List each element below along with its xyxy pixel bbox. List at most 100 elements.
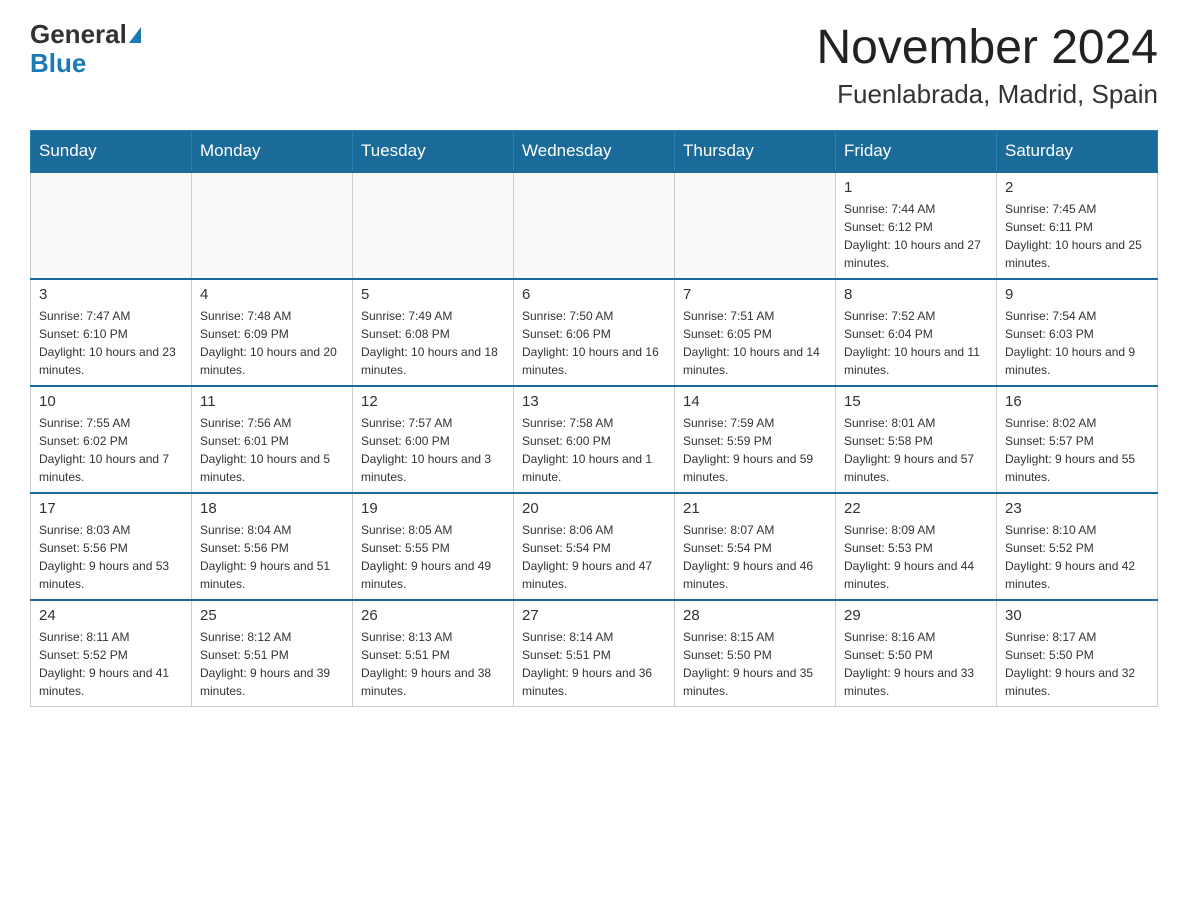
calendar-week-row: 24 Sunrise: 8:11 AMSunset: 5:52 PMDayligh… [31,600,1158,707]
day-of-week-header: Sunday [31,131,192,173]
calendar-day-cell: 15 Sunrise: 8:01 AMSunset: 5:58 PMDayligh… [836,386,997,493]
day-number: 12 [361,393,505,410]
day-of-week-header: Friday [836,131,997,173]
calendar-day-cell: 14 Sunrise: 7:59 AMSunset: 5:59 PMDayligh… [675,386,836,493]
day-sun-info: Sunrise: 8:11 AMSunset: 5:52 PMDaylight:… [39,628,183,700]
calendar-day-cell: 21Sunrise: 8:07 AMSunset: 5:54 PMDayligh… [675,493,836,600]
day-sun-info: Sunrise: 7:57 AMSunset: 6:00 PMDaylight:… [361,414,505,486]
logo-general-text: General [30,20,127,49]
day-number: 9 [1005,286,1149,303]
calendar-day-cell [514,172,675,279]
calendar-day-cell [353,172,514,279]
calendar-title-block: November 2024 Fuenlabrada, Madrid, Spain [816,20,1158,110]
day-number: 8 [844,286,988,303]
day-of-week-header: Monday [192,131,353,173]
day-sun-info: Sunrise: 8:09 AMSunset: 5:53 PMDaylight:… [844,521,988,593]
day-number: 6 [522,286,666,303]
calendar-day-cell: 19 Sunrise: 8:05 AMSunset: 5:55 PMDayligh… [353,493,514,600]
day-sun-info: Sunrise: 7:58 AMSunset: 6:00 PMDaylight:… [522,414,666,486]
logo-triangle-icon [129,27,141,43]
day-sun-info: Sunrise: 7:59 AMSunset: 5:59 PMDaylight:… [683,414,827,486]
calendar-day-cell: 20 Sunrise: 8:06 AMSunset: 5:54 PMDayligh… [514,493,675,600]
calendar-day-cell: 13Sunrise: 7:58 AMSunset: 6:00 PMDayligh… [514,386,675,493]
calendar-day-cell: 4 Sunrise: 7:48 AMSunset: 6:09 PMDaylight… [192,279,353,386]
calendar-day-cell: 1 Sunrise: 7:44 AMSunset: 6:12 PMDaylight… [836,172,997,279]
day-of-week-header: Wednesday [514,131,675,173]
calendar-day-cell: 23Sunrise: 8:10 AMSunset: 5:52 PMDayligh… [997,493,1158,600]
day-number: 26 [361,607,505,624]
day-number: 11 [200,393,344,410]
calendar-day-cell: 18 Sunrise: 8:04 AMSunset: 5:56 PMDayligh… [192,493,353,600]
logo-blue-text: Blue [30,48,86,78]
day-of-week-header: Saturday [997,131,1158,173]
day-number: 3 [39,286,183,303]
calendar-title: November 2024 [816,20,1158,75]
day-number: 1 [844,179,988,196]
day-of-week-header: Thursday [675,131,836,173]
calendar-day-cell: 22 Sunrise: 8:09 AMSunset: 5:53 PMDayligh… [836,493,997,600]
day-number: 27 [522,607,666,624]
day-number: 28 [683,607,827,624]
calendar-subtitle: Fuenlabrada, Madrid, Spain [816,79,1158,110]
calendar-day-cell: 30 Sunrise: 8:17 AMSunset: 5:50 PMDayligh… [997,600,1158,707]
calendar-day-cell [675,172,836,279]
calendar-day-cell: 16 Sunrise: 8:02 AMSunset: 5:57 PMDayligh… [997,386,1158,493]
day-sun-info: Sunrise: 7:45 AMSunset: 6:11 PMDaylight:… [1005,200,1149,272]
calendar-day-cell: 27 Sunrise: 8:14 AMSunset: 5:51 PMDayligh… [514,600,675,707]
day-number: 15 [844,393,988,410]
day-number: 20 [522,500,666,517]
day-number: 30 [1005,607,1149,624]
day-sun-info: Sunrise: 8:16 AMSunset: 5:50 PMDaylight:… [844,628,988,700]
calendar-day-cell: 17 Sunrise: 8:03 AMSunset: 5:56 PMDayligh… [31,493,192,600]
day-sun-info: Sunrise: 8:06 AMSunset: 5:54 PMDaylight:… [522,521,666,593]
day-number: 7 [683,286,827,303]
calendar-day-cell: 25Sunrise: 8:12 AMSunset: 5:51 PMDayligh… [192,600,353,707]
day-number: 29 [844,607,988,624]
day-sun-info: Sunrise: 7:55 AMSunset: 6:02 PMDaylight:… [39,414,183,486]
logo: General Blue [30,20,141,77]
day-sun-info: Sunrise: 7:44 AMSunset: 6:12 PMDaylight:… [844,200,988,272]
day-sun-info: Sunrise: 8:05 AMSunset: 5:55 PMDaylight:… [361,521,505,593]
calendar-day-cell: 2Sunrise: 7:45 AMSunset: 6:11 PMDaylight… [997,172,1158,279]
day-sun-info: Sunrise: 7:52 AMSunset: 6:04 PMDaylight:… [844,307,988,379]
calendar-day-cell: 9 Sunrise: 7:54 AMSunset: 6:03 PMDaylight… [997,279,1158,386]
calendar-week-row: 17 Sunrise: 8:03 AMSunset: 5:56 PMDayligh… [31,493,1158,600]
day-sun-info: Sunrise: 8:13 AMSunset: 5:51 PMDaylight:… [361,628,505,700]
day-number: 24 [39,607,183,624]
calendar-day-cell: 26 Sunrise: 8:13 AMSunset: 5:51 PMDayligh… [353,600,514,707]
day-number: 16 [1005,393,1149,410]
calendar-day-cell: 3 Sunrise: 7:47 AMSunset: 6:10 PMDaylight… [31,279,192,386]
day-sun-info: Sunrise: 8:02 AMSunset: 5:57 PMDaylight:… [1005,414,1149,486]
day-number: 10 [39,393,183,410]
day-sun-info: Sunrise: 7:54 AMSunset: 6:03 PMDaylight:… [1005,307,1149,379]
day-sun-info: Sunrise: 8:14 AMSunset: 5:51 PMDaylight:… [522,628,666,700]
day-of-week-header: Tuesday [353,131,514,173]
day-sun-info: Sunrise: 8:03 AMSunset: 5:56 PMDaylight:… [39,521,183,593]
day-number: 14 [683,393,827,410]
day-number: 17 [39,500,183,517]
calendar-day-cell: 7 Sunrise: 7:51 AMSunset: 6:05 PMDaylight… [675,279,836,386]
day-sun-info: Sunrise: 8:15 AMSunset: 5:50 PMDaylight:… [683,628,827,700]
calendar-day-cell: 29 Sunrise: 8:16 AMSunset: 5:50 PMDayligh… [836,600,997,707]
day-number: 19 [361,500,505,517]
calendar-day-cell: 24 Sunrise: 8:11 AMSunset: 5:52 PMDayligh… [31,600,192,707]
day-sun-info: Sunrise: 7:47 AMSunset: 6:10 PMDaylight:… [39,307,183,379]
calendar-day-cell: 8 Sunrise: 7:52 AMSunset: 6:04 PMDaylight… [836,279,997,386]
day-number: 25 [200,607,344,624]
day-number: 22 [844,500,988,517]
day-sun-info: Sunrise: 8:07 AMSunset: 5:54 PMDaylight:… [683,521,827,593]
day-sun-info: Sunrise: 8:17 AMSunset: 5:50 PMDaylight:… [1005,628,1149,700]
day-number: 4 [200,286,344,303]
calendar-day-cell: 28 Sunrise: 8:15 AMSunset: 5:50 PMDayligh… [675,600,836,707]
calendar-header-row: SundayMondayTuesdayWednesdayThursdayFrid… [31,131,1158,173]
calendar-table: SundayMondayTuesdayWednesdayThursdayFrid… [30,130,1158,707]
calendar-day-cell: 6Sunrise: 7:50 AMSunset: 6:06 PMDaylight… [514,279,675,386]
day-sun-info: Sunrise: 8:01 AMSunset: 5:58 PMDaylight:… [844,414,988,486]
day-sun-info: Sunrise: 8:04 AMSunset: 5:56 PMDaylight:… [200,521,344,593]
day-sun-info: Sunrise: 7:51 AMSunset: 6:05 PMDaylight:… [683,307,827,379]
calendar-day-cell: 5Sunrise: 7:49 AMSunset: 6:08 PMDaylight… [353,279,514,386]
day-number: 18 [200,500,344,517]
calendar-day-cell: 12 Sunrise: 7:57 AMSunset: 6:00 PMDayligh… [353,386,514,493]
page-header: General Blue November 2024 Fuenlabrada, … [30,20,1158,110]
day-sun-info: Sunrise: 7:48 AMSunset: 6:09 PMDaylight:… [200,307,344,379]
